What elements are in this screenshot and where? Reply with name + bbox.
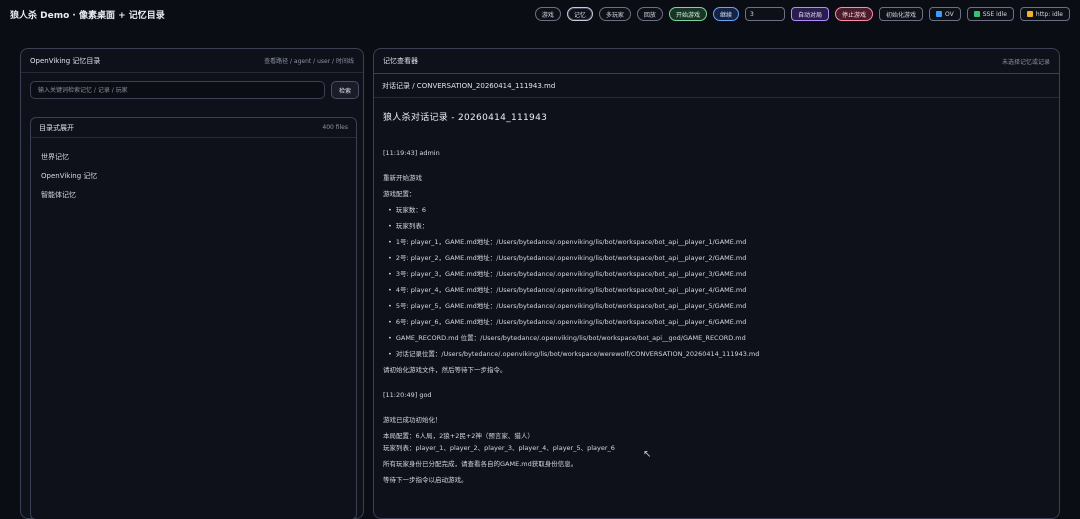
sse-status-dot-icon	[973, 11, 980, 17]
message-line: 游戏已成功初始化！	[383, 416, 442, 424]
directory-tree-title: 目录式展开	[39, 123, 74, 132]
message-header: [11:20:49] god	[383, 391, 432, 399]
http-status-label: http: idle	[1035, 10, 1063, 18]
init-game-button[interactable]: 初始化游戏	[879, 7, 924, 21]
ov-status-badge: OV	[929, 7, 961, 21]
list-item: 2号: player_2，GAME.md地址：/Users/bytedance/…	[383, 254, 1050, 263]
multiplayer-button[interactable]: 多玩家	[598, 7, 631, 21]
list-item: 对话记录位置：/Users/bytedance/.openviking/lis/…	[383, 350, 1050, 359]
toolbar: 游戏 记忆 多玩家 回放 开始游戏 继续 自动对局 停止游戏 初始化游戏 OV …	[534, 7, 1070, 21]
directory-tree-items: 世界记忆 OpenViking 记忆 智能体记忆	[31, 138, 356, 213]
http-status-dot-icon	[1026, 11, 1033, 17]
document-title: 狼人杀对话记录 - 20260414_111943	[383, 113, 548, 123]
auto-play-button[interactable]: 自动对局	[790, 7, 829, 21]
list-item: 6号: player_6，GAME.md地址：/Users/bytedance/…	[383, 318, 1050, 327]
top-bar: 狼人杀 Demo · 像素桌面 + 记忆目录 游戏 记忆 多玩家 回放 开始游戏…	[0, 0, 1080, 28]
message-line: 所有玩家身份已分配完成，请查看各自的GAME.md获取身份信息。	[383, 460, 578, 468]
memory-search-input[interactable]	[30, 81, 325, 99]
list-item: 1号: player_1，GAME.md地址：/Users/bytedance/…	[383, 238, 1050, 247]
list-item: 玩家列表：	[383, 222, 1050, 231]
directory-tree-header: 目录式展开 400 files	[31, 118, 356, 138]
search-button[interactable]: 检索	[331, 81, 359, 99]
directory-tree: 目录式展开 400 files 世界记忆 OpenViking 记忆 智能体记忆	[30, 117, 357, 519]
memory-viewer-hint: 未选择记忆或记录	[1001, 58, 1050, 66]
memory-directory-header: OpenViking 记忆目录 查看路径 / agent / user / 时间…	[21, 49, 363, 73]
tree-item-agent-memory[interactable]: 智能体记忆	[41, 185, 346, 204]
app-title: 狼人杀 Demo · 像素桌面 + 记忆目录	[10, 10, 165, 21]
memory-viewer-panel: 记忆查看器 未选择记忆或记录 对话记录 / CONVERSATION_20260…	[373, 48, 1060, 519]
message-line: 本局配置：6人局，2狼+2民+2神（预言家、猎人）	[383, 432, 534, 440]
rounds-input[interactable]	[744, 7, 785, 21]
memory-button[interactable]: 记忆	[566, 7, 593, 21]
mouse-cursor-icon: ↖	[643, 449, 652, 460]
memory-viewer-content[interactable]: 对话记录 / CONVERSATION_20260414_111943.md 狼…	[374, 73, 1059, 519]
memory-directory-hint: 查看路径 / agent / user / 时间线	[264, 58, 354, 65]
memory-viewer-header: 记忆查看器 未选择记忆或记录	[374, 49, 1059, 73]
search-row: 检索	[30, 81, 359, 99]
memory-directory-title: OpenViking 记忆目录	[30, 56, 101, 65]
message-header: [11:19:43] admin	[383, 149, 440, 157]
continue-button[interactable]: 继续	[712, 7, 739, 21]
stop-game-button[interactable]: 停止游戏	[834, 7, 873, 21]
sse-status-badge: SSE idle	[966, 7, 1014, 21]
list-item: 5号: player_5，GAME.md地址：/Users/bytedance/…	[383, 302, 1050, 311]
ov-status-label: OV	[945, 10, 954, 18]
list-item: GAME_RECORD.md 位置：/Users/bytedance/.open…	[383, 334, 1050, 343]
message-line: 玩家列表：player_1、player_2、player_3、player_4…	[383, 444, 615, 452]
replay-button[interactable]: 回放	[636, 7, 663, 21]
list-item: 4号: player_4，GAME.md地址：/Users/bytedance/…	[383, 286, 1050, 295]
document-path: 对话记录 / CONVERSATION_20260414_111943.md	[374, 74, 1059, 98]
list-item: 玩家数：6	[383, 206, 1050, 215]
sse-status-label: SSE idle	[982, 10, 1007, 18]
message-line: 游戏配置：	[383, 190, 416, 198]
memory-directory-panel: OpenViking 记忆目录 查看路径 / agent / user / 时间…	[20, 48, 364, 519]
conversation-document: 狼人杀对话记录 - 20260414_111943 [11:19:43] adm…	[374, 98, 1059, 497]
tree-item-world-memory[interactable]: 世界记忆	[41, 147, 346, 166]
start-game-button[interactable]: 开始游戏	[668, 7, 707, 21]
ov-status-dot-icon	[936, 11, 943, 17]
memory-viewer-title: 记忆查看器	[383, 57, 418, 65]
tree-item-openviking-memory[interactable]: OpenViking 记忆	[41, 166, 346, 185]
message-line: 请初始化游戏文件，然后等待下一步指令。	[383, 366, 507, 374]
http-status-badge: http: idle	[1019, 7, 1070, 21]
file-count-badge: 400 files	[322, 124, 348, 131]
message-line: 等待下一步指令以启动游戏。	[383, 476, 468, 484]
list-item: 3号: player_3，GAME.md地址：/Users/bytedance/…	[383, 270, 1050, 279]
game-button[interactable]: 游戏	[534, 7, 561, 21]
message-line: 重新开始游戏	[383, 174, 422, 182]
